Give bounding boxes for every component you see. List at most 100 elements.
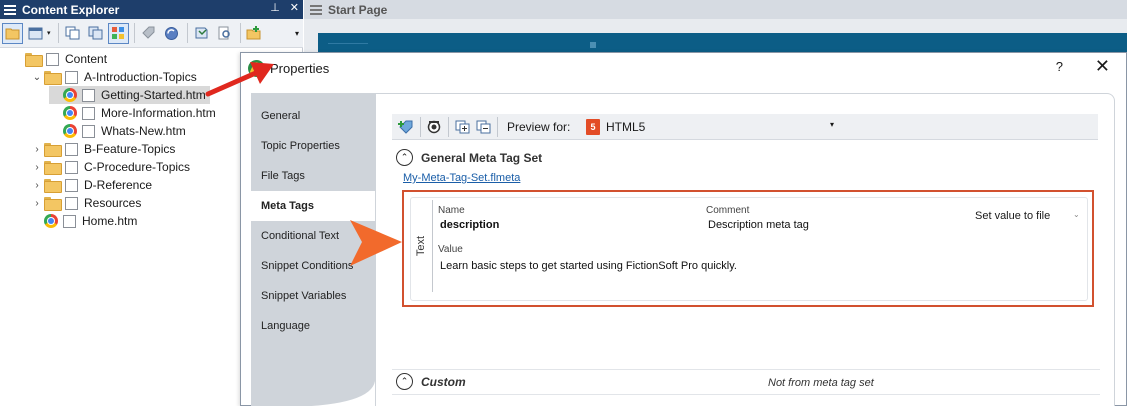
callout-arrow-orange (350, 220, 402, 266)
tree-item-label: B-Feature-Topics (84, 142, 176, 156)
layout-icon[interactable] (25, 23, 46, 44)
help-button[interactable]: ? (1056, 59, 1063, 74)
toolbar-overflow-icon[interactable]: ▾ (295, 29, 299, 38)
html5-icon: 5 (586, 119, 600, 135)
add-folder-icon[interactable] (244, 23, 265, 44)
chevron-icon[interactable]: ⌄ (30, 72, 44, 83)
chevron-icon[interactable]: › (30, 162, 44, 173)
meta-tag-set-link[interactable]: My-Meta-Tag-Set.flmeta (403, 172, 520, 184)
collapse-icon[interactable]: ⌃ (396, 149, 413, 166)
tree-item-label: Resources (84, 196, 142, 210)
tag-icon[interactable] (138, 23, 159, 44)
chevron-icon[interactable]: › (30, 198, 44, 209)
tree-file-item[interactable]: Whats-New.htm (49, 122, 186, 140)
folder-icon (44, 143, 62, 157)
browser-file-icon (63, 88, 77, 102)
tree-item-label: Whats-New.htm (101, 124, 186, 138)
tree-checkbox[interactable] (63, 214, 76, 228)
value-label: Value (438, 244, 463, 255)
tree-file-item[interactable]: More-Information.htm (49, 104, 216, 122)
tree-folder-item[interactable]: › Resources (30, 194, 141, 212)
tree-item-label: More-Information.htm (101, 106, 216, 120)
tag-type-label: Text (415, 235, 428, 257)
tree-folder-item[interactable]: › C-Procedure-Topics (30, 158, 190, 176)
tree-checkbox[interactable] (82, 106, 95, 120)
duplicate-icon[interactable] (85, 23, 106, 44)
close-icon[interactable]: ✕ (290, 1, 299, 14)
chevron-down-icon[interactable]: ▾ (830, 120, 834, 129)
start-page-tab[interactable]: Start Page (304, 0, 1127, 19)
chevron-icon[interactable]: › (30, 144, 44, 155)
sync-icon[interactable] (161, 23, 182, 44)
chevron-down-icon[interactable]: ⌄ (1073, 210, 1080, 219)
divider (392, 369, 1100, 370)
tree-checkbox[interactable] (65, 70, 78, 84)
general-meta-tag-set-header[interactable]: ⌃ General Meta Tag Set (396, 149, 542, 166)
search-icon[interactable] (214, 23, 235, 44)
tree-folder-item[interactable]: Content (11, 50, 107, 68)
nav-item-file-tags[interactable]: File Tags (251, 161, 375, 191)
meta-tags-panel: Preview for: 5 HTML5 ▾ ⌃ General Meta Ta… (375, 93, 1115, 406)
start-page-title: Start Page (328, 2, 388, 17)
preview-for-label: Preview for: (507, 119, 571, 134)
chevron-icon[interactable]: › (30, 180, 44, 191)
menu-icon[interactable] (4, 4, 16, 15)
folder-icon (44, 71, 62, 85)
collapse-all-icon[interactable] (473, 117, 493, 137)
value-text[interactable]: Learn basic steps to get started using F… (440, 260, 737, 272)
custom-section-header[interactable]: ⌃ Custom (396, 373, 466, 390)
browser-file-icon (63, 106, 77, 120)
tree-item-label: C-Procedure-Topics (84, 160, 191, 174)
pin-icon[interactable]: ⊥ (270, 1, 280, 14)
grid-view-icon[interactable] (107, 22, 129, 44)
set-value-select[interactable]: Set value to file (975, 210, 1050, 222)
tree-checkbox[interactable] (65, 142, 78, 156)
nav-item-general[interactable]: General (251, 101, 375, 131)
name-value[interactable]: description (440, 219, 499, 231)
add-tag-icon[interactable] (396, 117, 416, 137)
tree-item-label: A-Introduction-Topics (84, 70, 197, 84)
folder-icon (25, 53, 43, 67)
content-explorer-title: Content Explorer (22, 2, 120, 17)
content-explorer-toolbar: ▾ ▾ (0, 19, 303, 48)
tree-checkbox[interactable] (82, 124, 95, 138)
tree-checkbox[interactable] (46, 52, 59, 66)
tree-checkbox[interactable] (65, 160, 78, 174)
browser-file-icon (44, 214, 58, 228)
close-button[interactable]: ✕ (1095, 56, 1110, 77)
nav-curve (251, 375, 375, 406)
browser-file-icon (63, 124, 77, 138)
tree-checkbox[interactable] (82, 88, 95, 102)
nav-item-meta-tags[interactable]: Meta Tags (251, 191, 375, 221)
tree-checkbox[interactable] (65, 178, 78, 192)
tag-type-strip: Text (411, 200, 433, 292)
menu-icon[interactable] (310, 4, 322, 15)
collapse-icon[interactable]: ⌃ (396, 373, 413, 390)
preview-target-select[interactable]: 5 HTML5 ▾ (584, 116, 834, 138)
custom-section-title: Custom (421, 374, 466, 389)
nav-item-topic-properties[interactable]: Topic Properties (251, 131, 375, 161)
layout-dropdown-icon[interactable]: ▾ (47, 29, 51, 37)
comment-value[interactable]: Description meta tag (708, 219, 809, 231)
divider (392, 394, 1100, 395)
name-label: Name (438, 205, 465, 216)
open-folder-icon[interactable] (2, 22, 23, 44)
nav-item-language[interactable]: Language (251, 311, 375, 341)
expand-all-icon[interactable] (452, 117, 472, 137)
folder-icon (44, 179, 62, 193)
tag-sets-icon[interactable] (424, 117, 444, 137)
dialog-titlebar: Properties ? ✕ (241, 53, 1126, 83)
tree-file-item[interactable]: Home.htm (30, 212, 137, 230)
tree-item-label: Content (65, 52, 108, 66)
tree-folder-item[interactable]: › D-Reference (30, 176, 152, 194)
tree-folder-item[interactable]: › B-Feature-Topics (30, 140, 175, 158)
tree-file-item[interactable]: Getting-Started.htm (49, 86, 210, 104)
tree-checkbox[interactable] (65, 196, 78, 210)
preview-target-value: HTML5 (606, 120, 646, 134)
copy-icon[interactable] (62, 23, 83, 44)
nav-item-snippet-variables[interactable]: Snippet Variables (251, 281, 375, 311)
folder-icon (44, 161, 62, 175)
bookmark-icon[interactable] (191, 23, 212, 44)
meta-tags-toolbar: Preview for: 5 HTML5 ▾ (392, 114, 1098, 140)
tree-folder-item[interactable]: ⌄ A-Introduction-Topics (30, 68, 197, 86)
